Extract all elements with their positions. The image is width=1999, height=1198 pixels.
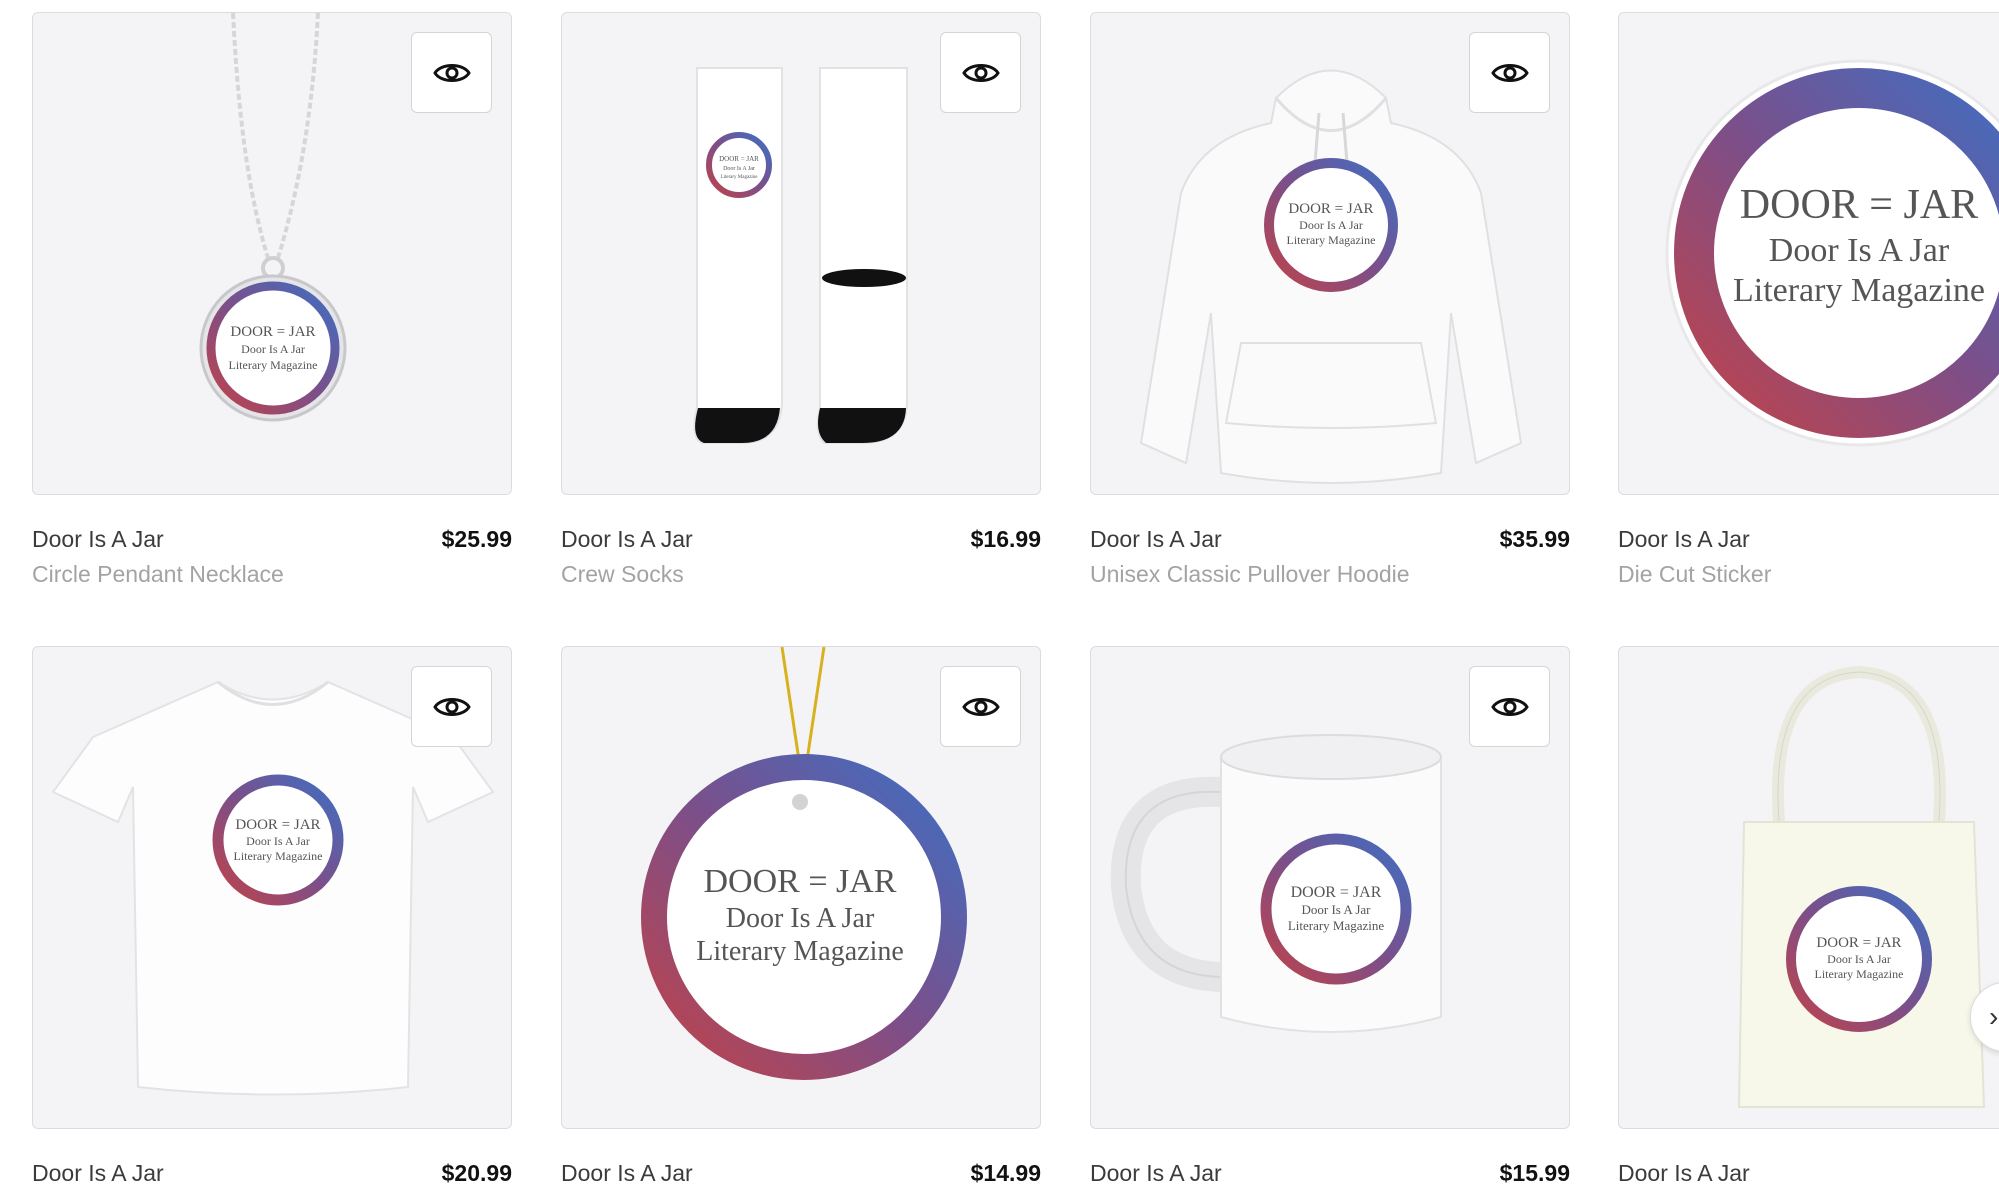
product-card[interactable]: DOOR = JAR Door Is A Jar Literary Magazi… [561, 12, 1041, 587]
logo-line2: Door Is A Jar [723, 166, 755, 172]
product-image[interactable]: DOOR = JAR Door Is A Jar Literary Magazi… [1618, 646, 1999, 1129]
logo-line1: DOOR = JAR [1740, 182, 1978, 228]
quick-view-button[interactable] [411, 666, 492, 747]
quick-view-button[interactable] [940, 32, 1021, 113]
product-card[interactable]: DOOR = JAR Door Is A Jar Literary Magazi… [1090, 12, 1570, 587]
product-title[interactable]: Door Is A Jar [32, 526, 164, 553]
product-title[interactable]: Door Is A Jar [1618, 526, 1750, 553]
eye-icon [961, 697, 1000, 716]
logo-line2: Door Is A Jar [1299, 218, 1363, 232]
tote-bag-image: DOOR = JAR Door Is A Jar Literary Magazi… [1737, 665, 1986, 1108]
logo-line1: DOOR = JAR [1288, 201, 1373, 217]
product-card[interactable]: DOOR = JAR Door Is A Jar Literary Magazi… [1090, 646, 1570, 1198]
product-info: Door Is A Jar $16.99 Crew Socks [561, 495, 1041, 587]
product-info: Door Is A Jar Die Cut Sticker [1618, 495, 1999, 587]
product-title[interactable]: Door Is A Jar [1090, 526, 1222, 553]
logo-line1: DOOR = JAR [235, 817, 320, 833]
logo-line3: Literary Magazine [1288, 918, 1385, 933]
eye-icon [1490, 697, 1529, 716]
product-card[interactable]: DOOR = JAR Door Is A Jar Literary Magazi… [32, 12, 512, 587]
logo-line3: Literary Magazine [696, 936, 904, 967]
product-price: $25.99 [441, 526, 512, 552]
product-type: Circle Pendant Necklace [32, 561, 284, 587]
product-image[interactable]: DOOR = JAR Door Is A Jar Literary Magazi… [1618, 12, 1999, 495]
product-price: $16.99 [970, 526, 1041, 552]
logo-line1: DOOR = JAR [1816, 935, 1901, 951]
logo-line2: Door Is A Jar [1302, 902, 1372, 917]
product-price: $20.99 [441, 1160, 512, 1186]
eye-icon [432, 697, 471, 716]
product-title[interactable]: Door Is A Jar [1090, 1160, 1222, 1187]
eye-icon [432, 63, 471, 82]
logo-line1: DOOR = JAR [1291, 884, 1382, 901]
logo-line1: DOOR = JAR [704, 863, 897, 900]
product-image[interactable]: DOOR = JAR Door Is A Jar Literary Magazi… [561, 12, 1041, 495]
product-info: Door Is A Jar $25.99 Circle Pendant Neck… [32, 495, 512, 587]
product-title[interactable]: Door Is A Jar [1618, 1160, 1750, 1187]
quick-view-button[interactable] [1469, 666, 1550, 747]
product-title[interactable]: Door Is A Jar [32, 1160, 164, 1187]
product-title[interactable]: Door Is A Jar [561, 1160, 693, 1187]
product-card[interactable]: DOOR = JAR Door Is A Jar Literary Magazi… [561, 646, 1041, 1198]
product-type: Die Cut Sticker [1618, 561, 1772, 587]
product-price: $35.99 [1499, 526, 1570, 552]
product-info: Door Is A Jar [1618, 1129, 1999, 1198]
chevron-right-icon: › [1989, 1001, 1999, 1032]
product-grid: DOOR = JAR Door Is A Jar Literary Magazi… [0, 0, 1999, 1198]
product-info: Door Is A Jar $15.99 [1090, 1129, 1570, 1198]
product-card[interactable]: DOOR = JAR Door Is A Jar Literary Magazi… [1618, 12, 1999, 587]
quick-view-button[interactable] [1469, 32, 1550, 113]
product-type: Crew Socks [561, 561, 684, 587]
product-image[interactable]: DOOR = JAR Door Is A Jar Literary Magazi… [1090, 12, 1570, 495]
logo-line2: Door Is A Jar [246, 834, 310, 848]
eye-icon [961, 63, 1000, 82]
logo-line1: DOOR = JAR [719, 155, 759, 163]
quick-view-button[interactable] [940, 666, 1021, 747]
logo-line2: Door Is A Jar [1769, 232, 1950, 269]
logo-line3: Literary Magazine [1815, 967, 1904, 981]
product-type: Unisex Classic Pullover Hoodie [1090, 561, 1410, 587]
product-image[interactable]: DOOR = JAR Door Is A Jar Literary Magazi… [32, 12, 512, 495]
product-image[interactable]: DOOR = JAR Door Is A Jar Literary Magazi… [561, 646, 1041, 1129]
eye-icon [1490, 63, 1529, 82]
logo-line2: Door Is A Jar [241, 342, 305, 356]
product-image[interactable]: DOOR = JAR Door Is A Jar Literary Magazi… [32, 646, 512, 1129]
product-info: Door Is A Jar $14.99 [561, 1129, 1041, 1198]
product-info: Door Is A Jar $20.99 [32, 1129, 512, 1198]
product-info: Door Is A Jar $35.99 Unisex Classic Pull… [1090, 495, 1570, 587]
logo-line1: DOOR = JAR [230, 324, 315, 340]
quick-view-button[interactable] [411, 32, 492, 113]
sticker-image: DOOR = JAR Door Is A Jar Literary Magazi… [1665, 59, 1999, 447]
product-title[interactable]: Door Is A Jar [561, 526, 693, 553]
logo-line3: Literary Magazine [1287, 233, 1376, 247]
product-card[interactable]: DOOR = JAR Door Is A Jar Literary Magazi… [32, 646, 512, 1198]
product-price: $15.99 [1499, 1160, 1570, 1186]
product-image[interactable]: DOOR = JAR Door Is A Jar Literary Magazi… [1090, 646, 1570, 1129]
logo-line3: Literary Magazine [1733, 272, 1985, 309]
logo-line3: Literary Magazine [234, 849, 323, 863]
logo-line2: Door Is A Jar [726, 903, 875, 934]
product-card[interactable]: DOOR = JAR Door Is A Jar Literary Magazi… [1618, 646, 1999, 1198]
logo-line3: Literary Magazine [720, 175, 758, 180]
logo-line3: Literary Magazine [229, 358, 318, 372]
logo-line2: Door Is A Jar [1827, 952, 1891, 966]
product-price: $14.99 [970, 1160, 1041, 1186]
